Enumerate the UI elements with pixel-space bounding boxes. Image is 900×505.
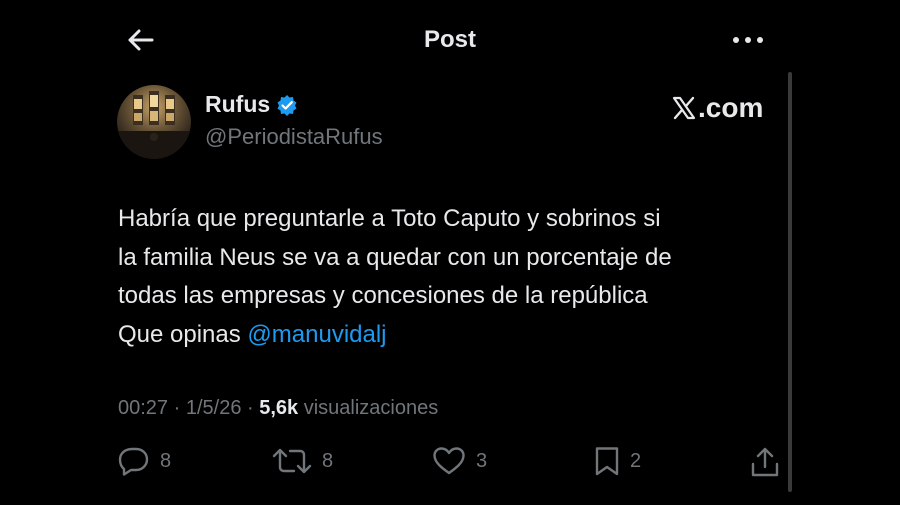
- share-button[interactable]: [750, 446, 780, 478]
- top-bar: Post: [0, 0, 900, 80]
- meta-separator: ·: [241, 397, 260, 419]
- bookmark-button[interactable]: 2: [594, 446, 641, 476]
- heart-icon: [433, 447, 465, 475]
- share-icon: [751, 447, 779, 477]
- bookmark-icon: [595, 447, 619, 476]
- post-meta: 00:27 · 1/5/26 · 5,6k visualizaciones: [118, 397, 438, 420]
- author-block: Rufus @PeriodistaRufus: [205, 91, 383, 150]
- more-options-button[interactable]: [728, 24, 768, 56]
- avatar[interactable]: [117, 85, 191, 159]
- verified-badge-icon: [276, 94, 298, 116]
- author-handle[interactable]: @PeriodistaRufus: [205, 124, 383, 150]
- meta-separator: ·: [168, 397, 186, 419]
- scrollbar[interactable]: [788, 72, 792, 492]
- author-name[interactable]: Rufus: [205, 91, 270, 118]
- x-logo-icon: [672, 96, 696, 120]
- post-text-line: Que opinas @manuvidalj: [118, 316, 783, 355]
- views-count: 5,6k: [259, 397, 299, 419]
- repost-button[interactable]: 8: [272, 446, 333, 476]
- repost-icon: [272, 448, 312, 474]
- reply-icon: [118, 447, 149, 476]
- mention-link[interactable]: @manuvidalj: [247, 321, 386, 348]
- post-text-fragment: Que opinas: [118, 320, 248, 348]
- post-date[interactable]: 1/5/26: [186, 397, 242, 419]
- like-button[interactable]: 3: [432, 446, 487, 476]
- reply-button[interactable]: 8: [118, 446, 171, 476]
- post-time[interactable]: 00:27: [118, 397, 168, 419]
- bookmark-count: 2: [630, 449, 642, 472]
- like-count: 3: [476, 449, 488, 472]
- action-bar: 8 8 3 2: [118, 446, 783, 486]
- more-horizontal-icon: [733, 37, 763, 43]
- post-text: Habría que preguntarle a Toto Caputo y s…: [118, 200, 783, 354]
- post-text-line: la familia Neus se va a quedar con un po…: [118, 243, 672, 271]
- post-text-line: todas las empresas y concesiones de la r…: [118, 282, 648, 309]
- reply-count: 8: [160, 449, 172, 472]
- views-label: visualizaciones: [298, 397, 439, 419]
- x-com-logo: .com: [672, 92, 763, 124]
- avatar-image: [117, 91, 191, 159]
- repost-count: 8: [322, 449, 334, 472]
- x-logo-text: .com: [698, 92, 764, 123]
- post-text-line: Habría que preguntarle a Toto Caputo y s…: [118, 205, 661, 232]
